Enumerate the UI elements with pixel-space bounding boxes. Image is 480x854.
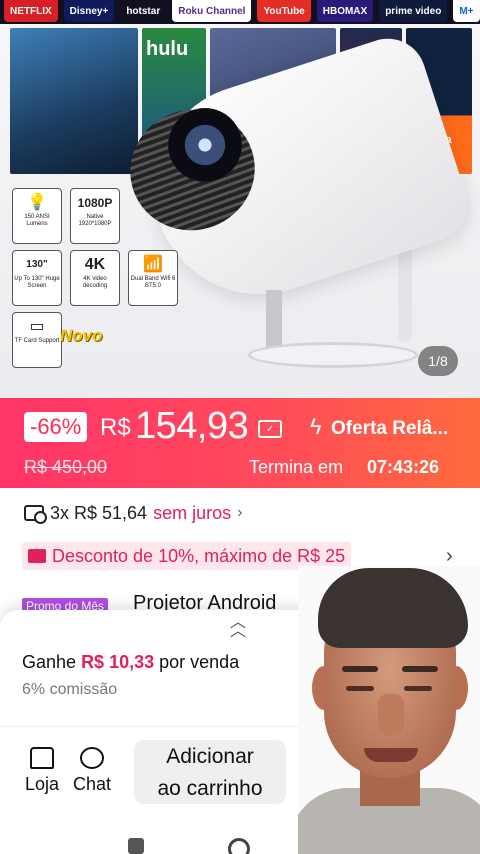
flash-sale-label[interactable]: Oferta Relâ... — [331, 418, 448, 440]
youtube-logo: YouTube — [257, 0, 311, 22]
chat-button[interactable]: Chat — [70, 744, 114, 795]
installments-row[interactable]: 3x R$ 51,64 sem juros › — [24, 502, 242, 524]
dragon-poster — [10, 28, 138, 174]
feature-label: 4K video decoding — [82, 276, 108, 289]
earn-suffix: por venda — [159, 652, 240, 672]
feature-resolution: 1080P Native 1920*1080P — [70, 188, 120, 244]
installments-interest-free: sem juros — [153, 502, 232, 523]
countdown-label: Termina em — [249, 457, 344, 477]
home-icon[interactable] — [228, 838, 250, 854]
earn-prefix: Ganhe — [22, 652, 77, 672]
presenter-hair — [318, 568, 468, 648]
presenter-eye — [404, 686, 432, 691]
feature-label: Up To 130" Huge Screen — [14, 276, 60, 289]
recent-apps-icon[interactable] — [128, 838, 144, 854]
netflix-logo: NETFLIX — [4, 0, 58, 22]
movistar-logo: M+ — [453, 0, 480, 22]
product-page: NETFLIX Disney+ hotstar Roku Channel You… — [0, 0, 480, 854]
presenter-eyebrow — [342, 666, 378, 672]
price-currency: R$ — [100, 414, 131, 441]
feature-lumens: 💡 150 ANSI Lumens — [12, 188, 62, 244]
disney-logo: Disney+ — [63, 0, 115, 22]
chevron-right-icon[interactable]: › — [446, 545, 453, 568]
projector-stand-pole — [266, 290, 282, 350]
add-to-cart-line1: Adicionar — [166, 745, 254, 768]
expand-up-icon[interactable]: ︿ ︿ — [230, 615, 246, 640]
sd-card-icon: ▭ — [29, 318, 45, 335]
roku-logo: Roku Channel — [172, 0, 252, 22]
coupon-icon[interactable]: ✓ — [258, 420, 282, 438]
4k-icon: 4K — [84, 256, 106, 273]
earn-amount: R$ 10,33 — [81, 652, 155, 672]
store-icon — [30, 747, 54, 769]
store-label: Loja — [24, 774, 60, 794]
novo-label: Novo — [60, 326, 103, 345]
original-price: R$ 450,00 — [24, 457, 108, 477]
image-counter: 1/8 — [418, 346, 458, 376]
presenter-mouth — [364, 748, 418, 762]
presenter-video-overlay — [298, 566, 480, 854]
resolution-icon: 1080P — [77, 196, 113, 210]
chat-label: Chat — [72, 774, 112, 794]
projector-lens — [168, 108, 242, 182]
feature-4k: 4K 4K video decoding — [70, 250, 120, 306]
presenter-eye — [346, 686, 374, 691]
wifi-icon: 📶 — [143, 256, 163, 273]
hotstar-logo: hotstar — [120, 0, 167, 22]
presenter-nose — [378, 694, 404, 736]
lightning-icon: ϟ — [310, 414, 322, 439]
feature-wifi: 📶 Dual Band Wifi 6 BT5.0 — [128, 250, 178, 306]
store-button[interactable]: Loja — [20, 744, 64, 795]
installments-text: 3x R$ 51,64 — [50, 502, 148, 523]
earn-per-sale: Ganhe R$ 10,33 por venda — [22, 652, 239, 673]
feature-label: Native 1920*1080P — [78, 214, 112, 227]
feature-label: TF Card Support — [14, 338, 60, 344]
commission-rate: 6% comissão — [22, 681, 118, 698]
countdown-timer: 07:43:26 — [367, 457, 440, 477]
lightbulb-icon: 💡 — [27, 194, 47, 211]
feature-screen-size: 130" Up To 130" Huge Screen — [12, 250, 62, 306]
projector-stand-base — [248, 342, 418, 368]
hulu-label: hulu — [146, 38, 189, 60]
hbomax-logo: HBOMAX — [316, 0, 374, 22]
product-image-carousel[interactable]: NETFLIX Disney+ hotstar Roku Channel You… — [0, 0, 480, 398]
chat-icon — [80, 747, 104, 769]
presenter-eyebrow — [402, 666, 438, 672]
coupon-ticket-icon — [28, 549, 46, 563]
prime-video-logo: prime video — [379, 0, 448, 22]
discount-chip-text: Desconto de 10%, máximo de R$ 25 — [52, 545, 346, 566]
add-to-cart-button[interactable]: Adicionar ao carrinho — [134, 740, 286, 804]
feature-label: 150 ANSI Lumens — [24, 214, 50, 227]
discount-badge: -66% — [24, 412, 88, 442]
feature-sd-card: ▭ TF Card Support — [12, 312, 62, 368]
streaming-logos-bar: NETFLIX Disney+ hotstar Roku Channel You… — [0, 0, 480, 24]
credit-card-icon — [24, 505, 47, 524]
screen-size-icon: 130" — [26, 259, 48, 270]
price-amount: 154,93 — [135, 405, 249, 447]
chevron-right-icon: › — [237, 504, 243, 521]
feature-label: Dual Band Wifi 6 BT5.0 — [130, 276, 176, 289]
add-to-cart-line2: ao carrinho — [157, 777, 263, 800]
